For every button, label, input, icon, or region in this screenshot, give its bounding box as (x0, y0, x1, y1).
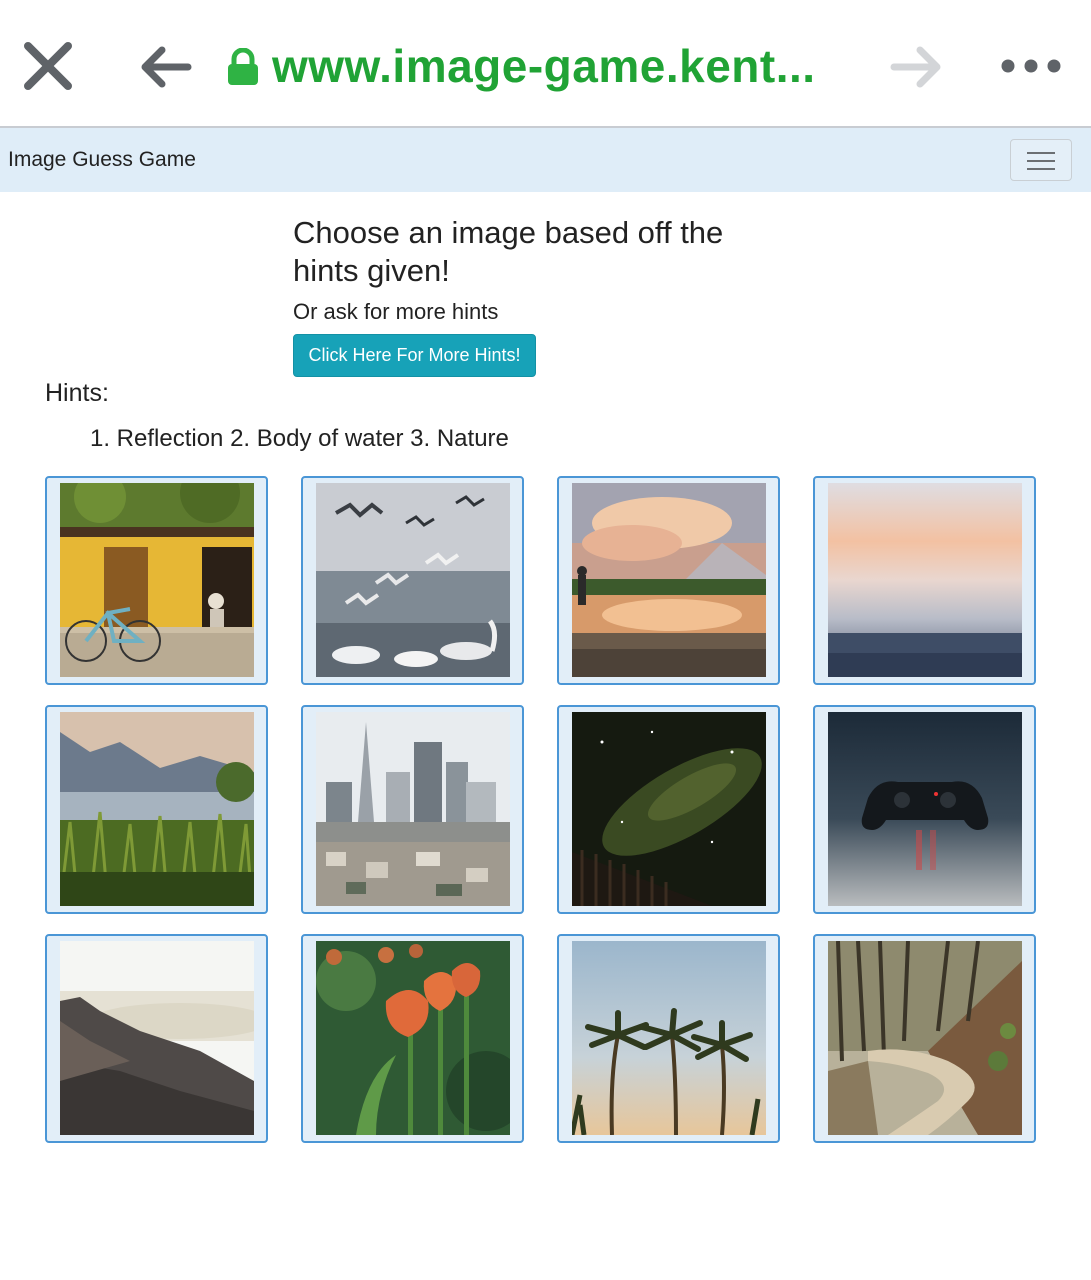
page-title: Choose an image based off the hints give… (293, 215, 724, 288)
browser-toolbar: www.image-game.kent... (0, 0, 1091, 128)
close-icon[interactable] (22, 40, 74, 92)
image-option-8[interactable] (813, 705, 1036, 914)
night-sky-milky-way-image (572, 712, 766, 906)
image-option-1[interactable] (45, 476, 268, 685)
hamburger-menu-icon[interactable] (1010, 139, 1072, 181)
image-option-4[interactable] (813, 476, 1036, 685)
city-skyline-image (316, 712, 510, 906)
back-arrow-icon[interactable] (138, 44, 196, 90)
image-option-12[interactable] (813, 934, 1036, 1143)
more-hints-button[interactable]: Click Here For More Hints! (293, 334, 536, 377)
orange-tulips-image (316, 941, 510, 1135)
lake-reeds-mountains-image (60, 712, 254, 906)
navbar: Image Guess Game (0, 128, 1091, 192)
misty-sea-sunrise-image (828, 483, 1022, 677)
subheading: Or ask for more hints (293, 299, 499, 324)
image-option-6[interactable] (301, 705, 524, 914)
forest-dirt-road-image (828, 941, 1022, 1135)
hints-list: 1. Reflection 2. Body of water 3. Nature (90, 425, 509, 452)
forward-arrow-icon[interactable] (886, 44, 944, 90)
image-option-9[interactable] (45, 934, 268, 1143)
mountain-lake-sunset-reflection-image (572, 483, 766, 677)
image-option-10[interactable] (301, 934, 524, 1143)
image-option-5[interactable] (45, 705, 268, 914)
hints-label: Hints: (45, 379, 109, 407)
image-option-3[interactable] (557, 476, 780, 685)
image-option-11[interactable] (557, 934, 780, 1143)
mountain-above-clouds-image (60, 941, 254, 1135)
image-option-2[interactable] (301, 476, 524, 685)
palm-trees-image (572, 941, 766, 1135)
yellow-house-bicycle-image (60, 483, 254, 677)
image-option-7[interactable] (557, 705, 780, 914)
more-dots-icon[interactable] (996, 52, 1068, 80)
game-controller-image (828, 712, 1022, 906)
lock-icon (226, 47, 260, 86)
seagulls-swans-water-image (316, 483, 510, 677)
navbar-brand[interactable]: Image Guess Game (8, 148, 196, 172)
url-bar[interactable]: www.image-game.kent... (272, 36, 842, 96)
